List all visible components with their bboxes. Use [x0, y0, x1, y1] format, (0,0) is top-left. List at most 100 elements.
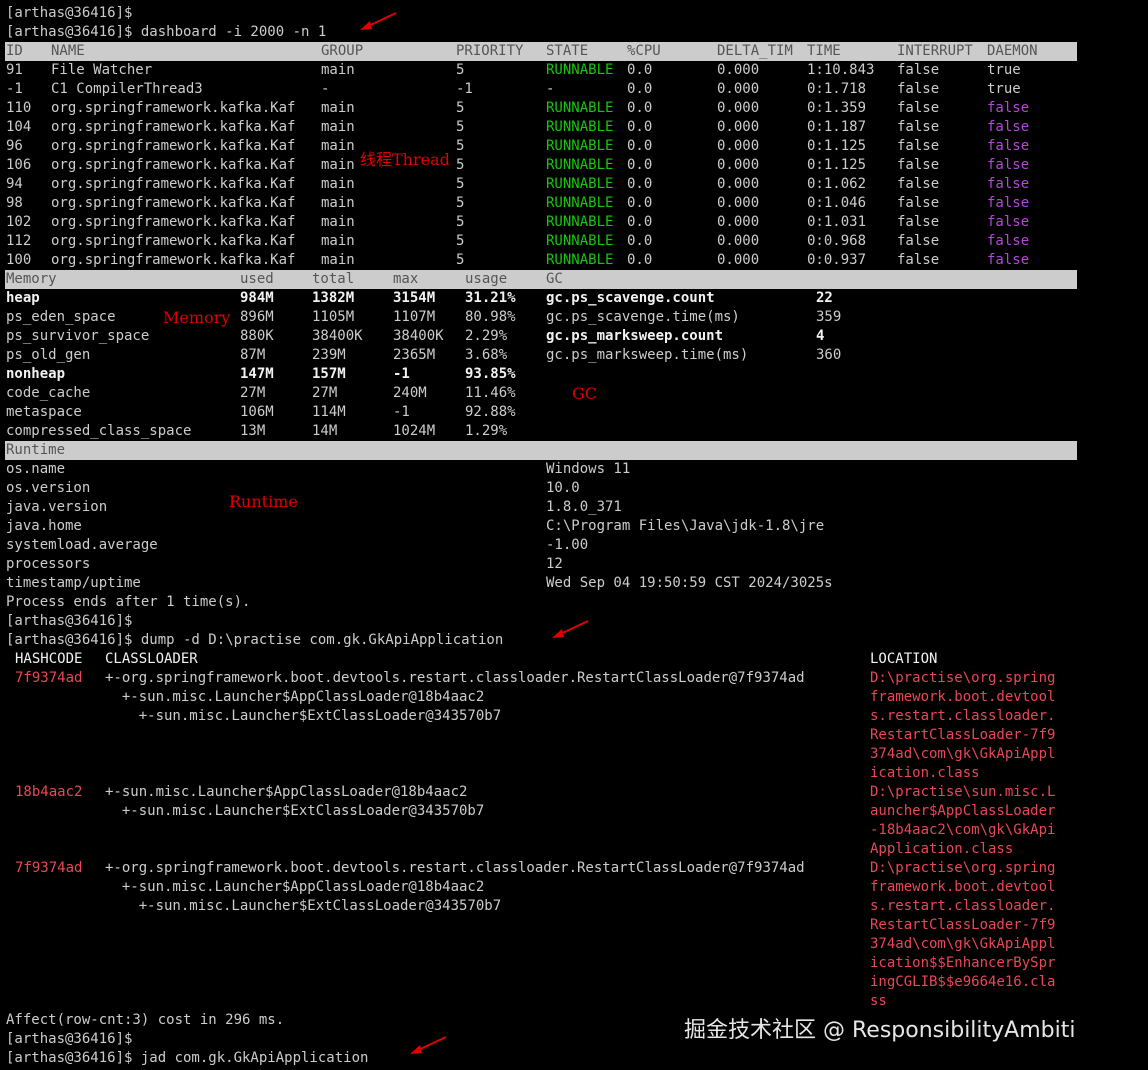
thread-cell: false — [987, 252, 1030, 268]
thread-column-header: DELTA_TIM — [717, 43, 793, 59]
memory-cell: 27M — [312, 385, 338, 401]
memory-column-header: Memory — [6, 271, 57, 287]
thread-cell: 110 — [6, 100, 32, 116]
thread-cell: 0.000 — [717, 233, 760, 249]
memory-cell: 92.88% — [465, 404, 516, 420]
memory-column-header: usage — [465, 271, 508, 287]
thread-cell: RUNNABLE — [546, 100, 614, 116]
dump-location: D:\practise\org.spring — [870, 860, 1056, 876]
gc-cell: 360 — [816, 347, 842, 363]
memory-cell: 1.29% — [465, 423, 508, 439]
thread-column-header: NAME — [51, 43, 85, 59]
memory-cell: 80.98% — [465, 309, 516, 325]
dump-location: 374ad\com\gk\GkApiAppl — [870, 746, 1056, 762]
thread-cell: 0.0 — [627, 119, 653, 135]
thread-cell: false — [897, 100, 940, 116]
thread-cell: RUNNABLE — [546, 214, 614, 230]
thread-column-header: PRIORITY — [456, 43, 524, 59]
thread-cell: 0:0.968 — [807, 233, 867, 249]
thread-cell: main — [321, 157, 355, 173]
thread-cell: org.springframework.kafka.Kaf — [51, 252, 296, 268]
memory-cell: 14M — [312, 423, 338, 439]
thread-cell: 0:0.937 — [807, 252, 867, 268]
thread-cell: org.springframework.kafka.Kaf — [51, 100, 296, 116]
dump-hashcode: 7f9374ad — [15, 670, 83, 686]
runtime-key: processors — [6, 556, 91, 572]
dump-location: 374ad\com\gk\GkApiAppl — [870, 936, 1056, 952]
dump-location: auncher$AppClassLoader — [870, 803, 1056, 819]
memory-cell: compressed_class_space — [6, 423, 192, 439]
thread-cell: 0.0 — [627, 233, 653, 249]
thread-cell: 0.000 — [717, 100, 760, 116]
dump-hashcode: 7f9374ad — [15, 860, 83, 876]
dump-location: ication.class — [870, 765, 980, 781]
thread-cell: 5 — [456, 252, 465, 268]
memory-cell: 31.21% — [465, 290, 516, 306]
thread-cell: false — [987, 233, 1030, 249]
memory-cell: metaspace — [6, 404, 82, 420]
thread-cell: 5 — [456, 138, 465, 154]
thread-cell: 0:1.125 — [807, 138, 867, 154]
dump-location: s.restart.classloader. — [870, 708, 1056, 724]
thread-cell: 0.0 — [627, 81, 653, 97]
dump-classloader: +-org.springframework.boot.devtools.rest… — [105, 670, 805, 686]
memory-column-header: used — [240, 271, 274, 287]
thread-cell: 5 — [456, 62, 465, 78]
thread-cell: 100 — [6, 252, 32, 268]
memory-cell: 11.46% — [465, 385, 516, 401]
memory-cell: 1382M — [312, 290, 355, 306]
annotation-memory: Memory — [163, 308, 231, 327]
thread-cell: 0.0 — [627, 100, 653, 116]
thread-cell: 104 — [6, 119, 32, 135]
memory-cell: 2.29% — [465, 328, 508, 344]
dump-location: Application.class — [870, 841, 1014, 857]
thread-cell: 5 — [456, 157, 465, 173]
memory-cell: ps_old_gen — [6, 347, 91, 363]
thread-cell: false — [897, 233, 940, 249]
dump-classloader: +-org.springframework.boot.devtools.rest… — [105, 860, 805, 876]
thread-cell: 0.000 — [717, 138, 760, 154]
dump-classloader: +-sun.misc.Launcher$ExtClassLoader@34357… — [105, 708, 502, 724]
dump-column-header: HASHCODE — [15, 651, 83, 667]
memory-cell: 13M — [240, 423, 266, 439]
thread-cell: 5 — [456, 214, 465, 230]
thread-cell: 0:1.187 — [807, 119, 867, 135]
memory-cell: 1024M — [393, 423, 436, 439]
thread-cell: false — [987, 100, 1030, 116]
runtime-value: -1.00 — [546, 537, 589, 553]
memory-cell: ps_eden_space — [6, 309, 116, 325]
thread-cell: 0.000 — [717, 214, 760, 230]
memory-cell: ps_survivor_space — [6, 328, 150, 344]
dump-classloader: +-sun.misc.Launcher$ExtClassLoader@34357… — [105, 898, 502, 914]
dump-column-header: LOCATION — [870, 651, 938, 667]
dump-location: RestartClassLoader-7f9 — [870, 917, 1056, 933]
memory-column-header: total — [312, 271, 355, 287]
thread-cell: true — [987, 62, 1021, 78]
thread-cell: org.springframework.kafka.Kaf — [51, 214, 296, 230]
thread-cell: false — [897, 81, 940, 97]
thread-cell: org.springframework.kafka.Kaf — [51, 195, 296, 211]
thread-cell: false — [987, 157, 1030, 173]
memory-cell: 239M — [312, 347, 346, 363]
memory-cell: 240M — [393, 385, 427, 401]
runtime-value: 12 — [546, 556, 563, 572]
memory-cell: 3.68% — [465, 347, 508, 363]
thread-cell: 0.0 — [627, 157, 653, 173]
thread-cell: 0.0 — [627, 214, 653, 230]
thread-column-header: ID — [6, 43, 23, 59]
thread-cell: 0:1.359 — [807, 100, 867, 116]
thread-cell: 5 — [456, 233, 465, 249]
memory-cell: 114M — [312, 404, 346, 420]
annotation-thread: 线程Thread — [360, 150, 450, 169]
thread-cell: false — [897, 119, 940, 135]
thread-cell: false — [987, 214, 1030, 230]
thread-cell: RUNNABLE — [546, 195, 614, 211]
memory-cell: nonheap — [6, 366, 66, 382]
thread-column-header: STATE — [546, 43, 589, 59]
thread-cell: RUNNABLE — [546, 62, 614, 78]
thread-cell: 98 — [6, 195, 23, 211]
runtime-header-bar — [5, 441, 1077, 460]
thread-cell: RUNNABLE — [546, 176, 614, 192]
dump-column-header: CLASSLOADER — [105, 651, 198, 667]
memory-cell: 880K — [240, 328, 274, 344]
